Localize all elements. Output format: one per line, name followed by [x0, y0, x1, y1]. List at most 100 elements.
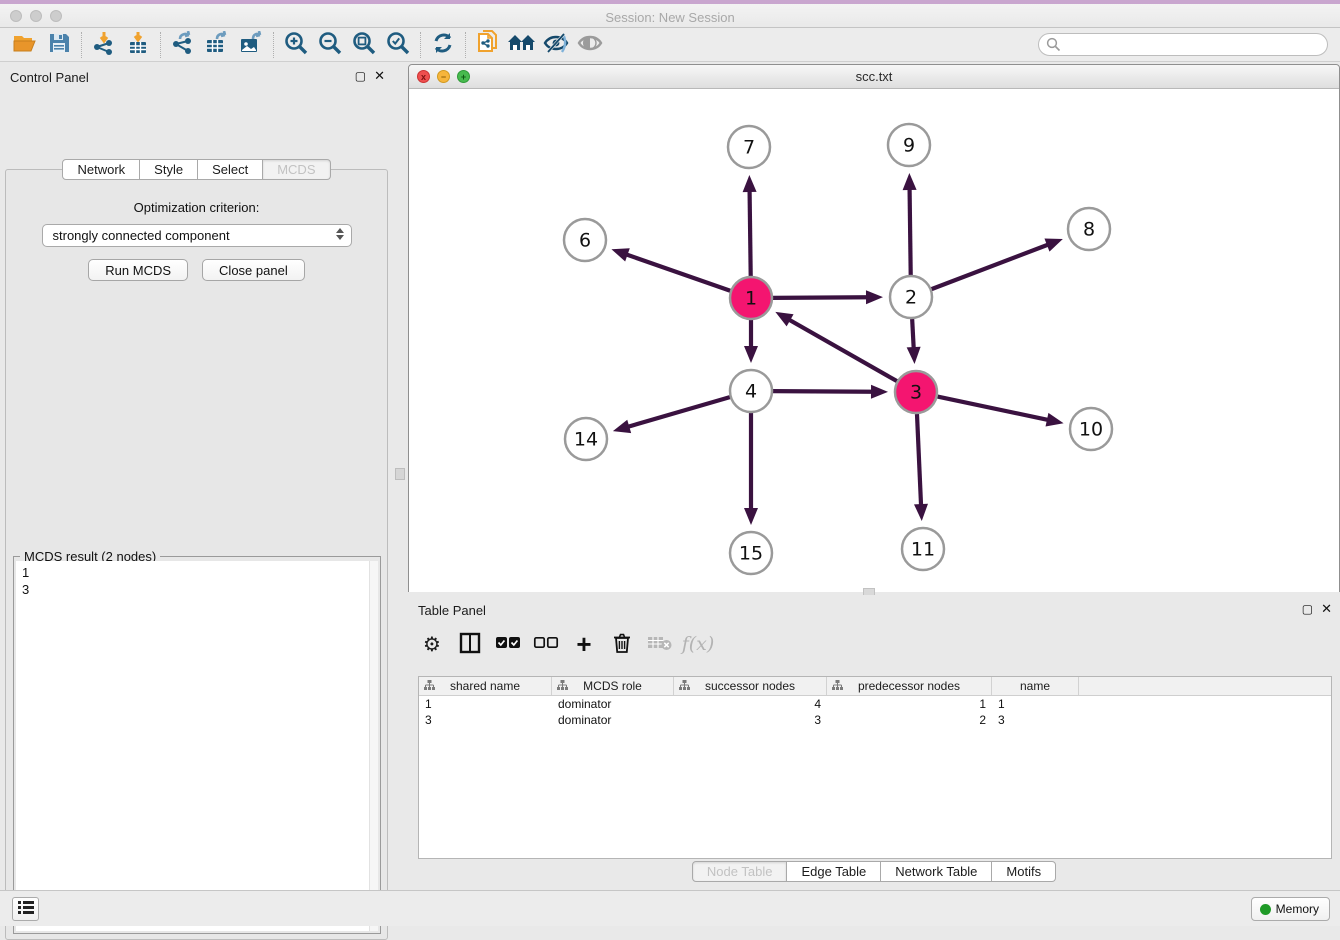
tab-network-table[interactable]: Network Table [881, 861, 992, 882]
optimization-criterion-select[interactable]: strongly connected component [42, 224, 352, 247]
add-column-button[interactable]: + [570, 630, 598, 658]
network-close-button[interactable]: x [417, 70, 430, 83]
zoom-out-icon [318, 31, 342, 58]
tab-motifs[interactable]: Motifs [992, 861, 1056, 882]
graph-edge-2-3[interactable] [912, 319, 914, 350]
memory-button[interactable]: Memory [1251, 897, 1330, 921]
cell-shared-name[interactable]: 1 [419, 696, 552, 712]
memory-label: Memory [1276, 902, 1319, 916]
network-zoom-button[interactable]: + [457, 70, 470, 83]
app-title: Session: New Session [0, 8, 1340, 28]
vertical-splitter-handle[interactable] [395, 468, 405, 480]
column-header-mcds-role[interactable]: MCDS role [552, 677, 674, 695]
tab-style[interactable]: Style [140, 159, 198, 180]
column-visibility-icon [459, 632, 481, 657]
cell-mcds-role[interactable]: dominator [552, 696, 674, 712]
graph-edge-1-6[interactable] [625, 254, 731, 291]
graph-edge-1-7[interactable] [750, 189, 751, 276]
delete-column-button[interactable] [608, 630, 636, 658]
open-file-button[interactable] [8, 31, 42, 59]
result-scrollbar[interactable] [369, 561, 378, 931]
table-toolbar: ⚙ + f(x) [418, 625, 712, 663]
hierarchy-icon [832, 680, 843, 694]
cell-successor-nodes[interactable]: 3 [674, 712, 827, 728]
tab-mcds[interactable]: MCDS [263, 159, 330, 180]
table-row[interactable]: 1 dominator 4 1 1 [419, 696, 1331, 712]
tab-node-table[interactable]: Node Table [692, 861, 788, 882]
cell-name[interactable]: 1 [992, 696, 1079, 712]
zoom-fit-icon [352, 31, 376, 58]
zoom-in-button[interactable] [279, 31, 313, 59]
zoom-selected-button[interactable] [381, 31, 415, 59]
graph-edge-arrowhead [1044, 239, 1062, 252]
graphics-details-button[interactable] [539, 31, 573, 59]
mcds-result-text[interactable]: 1 3 [16, 561, 378, 931]
table-panel-title: Table Panel [418, 603, 486, 618]
column-header-predecessor-nodes[interactable]: predecessor nodes [827, 677, 992, 695]
cell-mcds-role[interactable]: dominator [552, 712, 674, 728]
delete-table-icon [647, 634, 673, 655]
refresh-layout-icon [431, 31, 455, 58]
graph-edge-2-9[interactable] [910, 187, 911, 275]
column-header-shared-name[interactable]: shared name [419, 677, 552, 695]
import-network-button[interactable] [87, 31, 121, 59]
zoom-selected-icon [386, 31, 410, 58]
column-visibility-button[interactable] [456, 630, 484, 658]
tab-edge-table[interactable]: Edge Table [787, 861, 881, 882]
toolbar-separator [81, 32, 82, 58]
clone-network-button[interactable] [471, 31, 505, 59]
table-settings-button[interactable]: ⚙ [418, 630, 446, 658]
table-row[interactable]: 3 dominator 3 2 3 [419, 712, 1331, 728]
deselect-all-rows-button[interactable] [532, 630, 560, 658]
level-of-detail-button[interactable] [573, 31, 607, 59]
graph-edge-2-8[interactable] [932, 244, 1050, 289]
table-panel-header: Table Panel ▢ ✕ [408, 595, 1340, 623]
save-session-button[interactable] [42, 31, 76, 59]
graph-edge-arrowhead [744, 346, 758, 363]
graph-edge-3-1[interactable] [787, 319, 896, 381]
import-table-button[interactable] [121, 31, 155, 59]
cell-successor-nodes[interactable]: 4 [674, 696, 827, 712]
network-canvas[interactable]: 7968124314101511 [409, 89, 1339, 592]
delete-table-button[interactable] [646, 630, 674, 658]
show-all-networks-button[interactable] [505, 31, 539, 59]
column-header-name[interactable]: name [992, 677, 1079, 695]
run-mcds-button[interactable]: Run MCDS [88, 259, 188, 281]
graph-edge-3-11[interactable] [917, 414, 921, 507]
hierarchy-icon [679, 680, 690, 694]
function-builder-button[interactable]: f(x) [684, 630, 712, 658]
graph-edge-4-14[interactable] [626, 397, 730, 427]
graph-node-label: 10 [1079, 419, 1103, 441]
export-image-button[interactable] [234, 31, 268, 59]
zoom-fit-button[interactable] [347, 31, 381, 59]
graph-edge-4-3[interactable] [773, 391, 874, 392]
close-panel-button[interactable]: Close panel [202, 259, 305, 281]
tab-network[interactable]: Network [62, 159, 140, 180]
titlebar: Session: New Session [0, 4, 1340, 28]
graph-edge-3-10[interactable] [938, 397, 1050, 421]
refresh-layout-button[interactable] [426, 31, 460, 59]
cell-predecessor-nodes[interactable]: 2 [827, 712, 992, 728]
export-network-button[interactable] [166, 31, 200, 59]
cell-predecessor-nodes[interactable]: 1 [827, 696, 992, 712]
graph-edge-1-2[interactable] [773, 297, 869, 298]
graph-node-label: 4 [745, 381, 757, 403]
float-panel-icon[interactable]: ▢ [355, 69, 366, 83]
cell-shared-name[interactable]: 3 [419, 712, 552, 728]
close-panel-icon[interactable]: ✕ [374, 69, 385, 83]
cell-name[interactable]: 3 [992, 712, 1079, 728]
task-history-button[interactable] [12, 897, 39, 921]
column-header-successor-nodes[interactable]: successor nodes [674, 677, 827, 695]
select-all-rows-button[interactable] [494, 630, 522, 658]
network-minimize-button[interactable]: − [437, 70, 450, 83]
zoom-out-button[interactable] [313, 31, 347, 59]
close-table-panel-icon[interactable]: ✕ [1321, 602, 1332, 616]
function-builder-icon: f(x) [682, 633, 715, 655]
zoom-in-icon [284, 31, 308, 58]
float-table-panel-icon[interactable]: ▢ [1302, 602, 1313, 616]
network-window-titlebar[interactable]: scc.txt x − + [409, 65, 1339, 89]
search-input[interactable] [1038, 33, 1328, 56]
delete-column-icon [612, 632, 632, 657]
tab-select[interactable]: Select [198, 159, 263, 180]
export-table-button[interactable] [200, 31, 234, 59]
